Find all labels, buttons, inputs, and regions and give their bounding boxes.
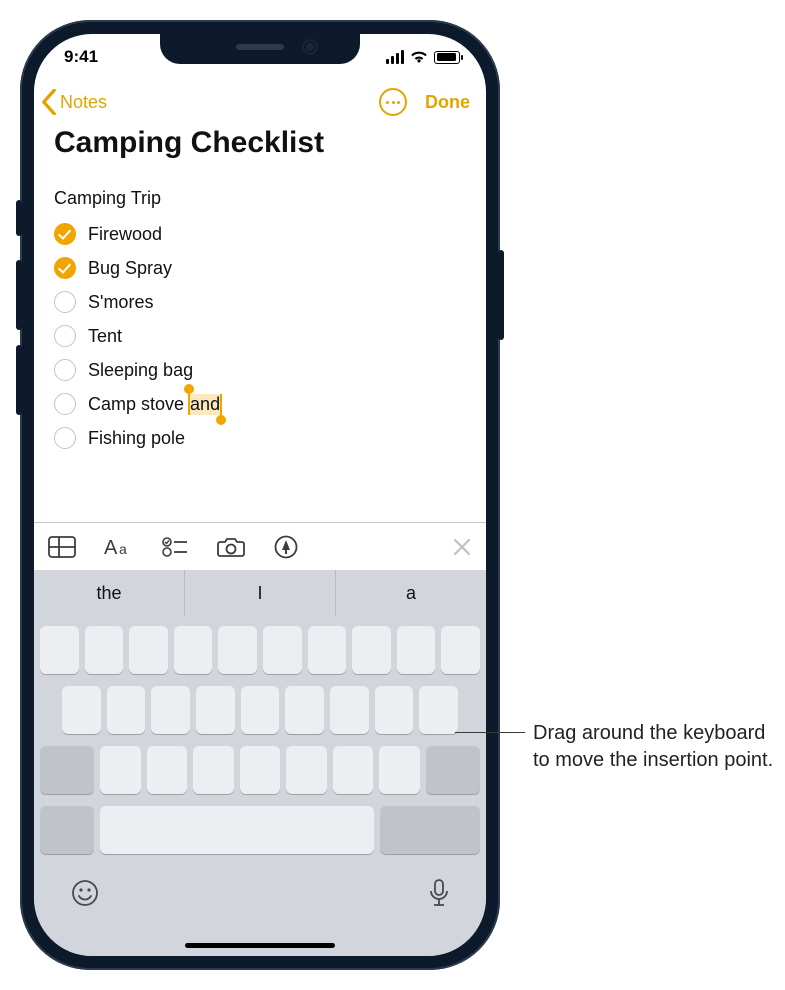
predictive-bar: the I a	[34, 570, 486, 616]
note-subtitle[interactable]: Camping Trip	[54, 188, 466, 209]
callout-text: Drag around the keyboard to move the ins…	[533, 720, 783, 774]
checklist-item[interactable]: Fishing pole	[54, 421, 466, 455]
format-toolbar: Aa	[34, 522, 486, 570]
keyboard-key[interactable]	[129, 626, 168, 674]
keyboard-key[interactable]	[196, 686, 235, 734]
emoji-icon[interactable]	[70, 878, 100, 913]
return-key[interactable]	[380, 806, 480, 854]
side-button-vol-down	[16, 345, 22, 415]
selection-handle-start[interactable]	[184, 384, 194, 394]
keyboard-key[interactable]	[107, 686, 146, 734]
keyboard-key[interactable]	[375, 686, 414, 734]
keyboard-key[interactable]	[62, 686, 101, 734]
keyboard-key[interactable]	[174, 626, 213, 674]
selected-text: and	[190, 394, 220, 414]
checklist-item[interactable]: Bug Spray	[54, 251, 466, 285]
checklist-item[interactable]: Camp stove and	[54, 387, 466, 421]
numbers-key[interactable]	[40, 806, 94, 854]
text-selection[interactable]: and	[189, 394, 221, 415]
keyboard-key[interactable]	[352, 626, 391, 674]
checklist-item[interactable]: Firewood	[54, 217, 466, 251]
checkbox-empty-icon[interactable]	[54, 325, 76, 347]
nav-bar: Notes Done	[34, 80, 486, 124]
text-format-icon[interactable]: Aa	[104, 536, 134, 558]
more-button[interactable]	[379, 88, 407, 116]
dictation-icon[interactable]	[428, 878, 450, 913]
home-indicator[interactable]	[185, 943, 335, 948]
keyboard-key[interactable]	[419, 686, 458, 734]
keyboard-key[interactable]	[308, 626, 347, 674]
done-button[interactable]: Done	[425, 92, 470, 113]
checkbox-empty-icon[interactable]	[54, 291, 76, 313]
checkbox-empty-icon[interactable]	[54, 393, 76, 415]
keyboard-key[interactable]	[397, 626, 436, 674]
side-button-mute	[16, 200, 22, 236]
predictive-suggestion[interactable]: a	[336, 570, 486, 616]
checklist-item[interactable]: S'mores	[54, 285, 466, 319]
status-time: 9:41	[64, 47, 98, 67]
keyboard-key[interactable]	[100, 746, 141, 794]
keyboard-key[interactable]	[147, 746, 188, 794]
note-title[interactable]: Camping Checklist	[34, 124, 486, 168]
back-button[interactable]: Notes	[40, 89, 107, 115]
checklist-item-label[interactable]: Bug Spray	[88, 258, 172, 279]
side-button-power	[498, 250, 504, 340]
notch	[160, 34, 360, 64]
svg-text:A: A	[104, 537, 118, 558]
chevron-left-icon	[40, 89, 58, 115]
cellular-icon	[386, 50, 404, 64]
battery-icon	[434, 51, 460, 64]
back-label: Notes	[60, 92, 107, 113]
checklist-item[interactable]: Sleeping bag	[54, 353, 466, 387]
checklist-item-label[interactable]: Tent	[88, 326, 122, 347]
keyboard-key[interactable]	[193, 746, 234, 794]
text-before-selection: Camp stove	[88, 394, 189, 414]
keyboard-key[interactable]	[286, 746, 327, 794]
checklist-item-label[interactable]: Camp stove and	[88, 394, 221, 415]
wifi-icon	[410, 50, 428, 64]
keyboard-key[interactable]	[40, 626, 79, 674]
keyboard-key[interactable]	[285, 686, 324, 734]
keyboard-key[interactable]	[441, 626, 480, 674]
markup-icon[interactable]	[274, 535, 298, 559]
checkbox-checked-icon[interactable]	[54, 257, 76, 279]
checkbox-empty-icon[interactable]	[54, 427, 76, 449]
checkbox-checked-icon[interactable]	[54, 223, 76, 245]
screen: 9:41 Notes	[34, 34, 486, 956]
checklist-item-label[interactable]: S'mores	[88, 292, 153, 313]
keyboard-key[interactable]	[151, 686, 190, 734]
checklist-item-label[interactable]: Firewood	[88, 224, 162, 245]
checkbox-empty-icon[interactable]	[54, 359, 76, 381]
checklist-item-label[interactable]: Fishing pole	[88, 428, 185, 449]
side-button-vol-up	[16, 260, 22, 330]
keyboard-key[interactable]	[240, 746, 281, 794]
svg-text:a: a	[119, 541, 127, 557]
keyboard-key[interactable]	[379, 746, 420, 794]
checklist-item[interactable]: Tent	[54, 319, 466, 353]
keyboard-key[interactable]	[333, 746, 374, 794]
camera-icon[interactable]	[216, 536, 246, 558]
keyboard-key[interactable]	[218, 626, 257, 674]
ellipsis-icon	[386, 101, 400, 104]
predictive-suggestion[interactable]: I	[185, 570, 336, 616]
keyboard-key[interactable]	[263, 626, 302, 674]
phone-frame: 9:41 Notes	[20, 20, 500, 970]
note-body[interactable]: Camping Trip Firewood Bug Spray S'mores	[34, 168, 486, 455]
selection-handle-end[interactable]	[216, 415, 226, 425]
predictive-suggestion[interactable]: the	[34, 570, 185, 616]
annotation-callout: Drag around the keyboard to move the ins…	[455, 720, 783, 774]
keyboard-key[interactable]	[241, 686, 280, 734]
keyboard-key[interactable]	[85, 626, 124, 674]
table-icon[interactable]	[48, 536, 76, 558]
keyboard-trackpad[interactable]	[34, 616, 486, 956]
callout-leader-line	[455, 732, 525, 733]
shift-key[interactable]	[40, 746, 94, 794]
keyboard-key[interactable]	[330, 686, 369, 734]
close-icon[interactable]	[452, 537, 472, 557]
checklist: Firewood Bug Spray S'mores Tent	[54, 217, 466, 455]
space-key[interactable]	[100, 806, 374, 854]
checklist-item-label[interactable]: Sleeping bag	[88, 360, 193, 381]
checklist-icon[interactable]	[162, 536, 188, 558]
